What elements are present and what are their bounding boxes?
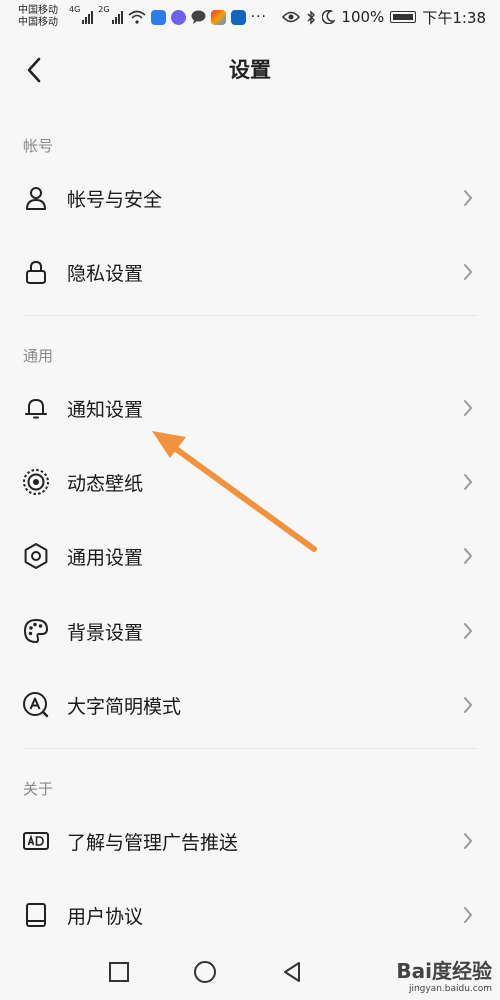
chevron-right-icon <box>462 398 474 418</box>
section-divider <box>23 748 477 749</box>
system-nav-bar: Bai度经验 jingyan.baidu.com <box>0 944 500 1000</box>
bluetooth-icon <box>307 9 316 25</box>
large-font-icon <box>22 691 50 719</box>
menu-item-label: 动态壁纸 <box>67 472 144 495</box>
palette-icon <box>22 617 50 645</box>
live-wallpaper-icon <box>22 468 50 496</box>
colorful-app-icon <box>210 9 226 25</box>
menu-item-label: 用户协议 <box>67 905 144 928</box>
menu-item-large-font-mode[interactable]: 大字简明模式 <box>0 668 500 742</box>
lock-icon <box>22 258 50 286</box>
clock: 下午1:38 <box>422 8 486 27</box>
menu-item-label: 帐号与安全 <box>67 188 163 211</box>
bell-icon <box>22 394 50 422</box>
back-nav-button[interactable] <box>276 956 308 988</box>
more-notifications-icon: ··· <box>250 9 267 25</box>
home-button[interactable] <box>189 956 221 988</box>
menu-item-label: 背景设置 <box>67 621 144 644</box>
menu-item-general-settings[interactable]: 通用设置 <box>0 519 500 593</box>
section-label-account: 帐号 <box>23 137 54 155</box>
triangle-back-icon <box>284 962 300 982</box>
battery-percent: 100% <box>341 8 385 26</box>
wifi-icon <box>128 10 146 24</box>
watermark-site: jingyan.baidu.com <box>408 984 492 994</box>
gear-icon <box>22 542 50 570</box>
status-bar: 中国移动 中国移动 4G 2G ··· 100% 下午1:38 <box>0 0 500 34</box>
music-app-icon <box>170 9 186 25</box>
menu-item-notification-settings[interactable]: 通知设置 <box>0 371 500 445</box>
menu-item-ad-management[interactable]: 了解与管理广告推送 <box>0 804 500 878</box>
page-title: 设置 <box>229 58 271 82</box>
chevron-right-icon <box>462 546 474 566</box>
recent-apps-button[interactable] <box>103 956 135 988</box>
video-app-icon <box>230 9 246 25</box>
carrier-1: 中国移动 <box>18 5 58 16</box>
signal-icon <box>111 10 123 24</box>
menu-item-label: 通用设置 <box>67 546 144 569</box>
menu-item-live-wallpaper[interactable]: 动态壁纸 <box>0 445 500 519</box>
menu-item-user-agreement[interactable]: 用户协议 <box>0 878 500 952</box>
section-divider <box>23 315 477 316</box>
menu-item-account-security[interactable]: 帐号与安全 <box>0 161 500 235</box>
battery-icon <box>390 11 417 23</box>
header: 设置 <box>0 34 500 106</box>
eye-icon <box>282 11 301 23</box>
chevron-right-icon <box>462 621 474 641</box>
ad-icon <box>22 827 50 855</box>
chevron-right-icon <box>462 905 474 925</box>
chat-bubble-icon <box>191 10 206 24</box>
menu-item-label: 通知设置 <box>67 398 144 421</box>
carrier-names: 中国移动 中国移动 <box>18 5 58 29</box>
carrier-2: 中国移动 <box>18 17 58 28</box>
chevron-right-icon <box>462 262 474 282</box>
chevron-right-icon <box>462 472 474 492</box>
circle-icon <box>194 961 216 983</box>
user-icon <box>22 184 50 212</box>
network-type-1: 4G <box>69 5 81 14</box>
network-type-2: 2G <box>98 5 110 14</box>
menu-item-privacy-settings[interactable]: 隐私设置 <box>0 235 500 309</box>
chevron-right-icon <box>462 831 474 851</box>
chevron-right-icon <box>462 695 474 715</box>
signal-icon <box>82 10 94 24</box>
menu-item-label: 隐私设置 <box>67 262 144 285</box>
menu-item-label: 大字简明模式 <box>67 695 182 718</box>
chevron-right-icon <box>462 188 474 208</box>
section-label-general: 通用 <box>23 347 54 365</box>
book-icon <box>22 901 50 929</box>
menu-item-label: 了解与管理广告推送 <box>67 831 239 854</box>
baidu-jingyan-watermark: Bai度经验 jingyan.baidu.com <box>396 955 492 994</box>
square-icon <box>109 962 129 982</box>
section-label-about: 关于 <box>23 780 54 798</box>
watermark-brand: Bai度经验 <box>396 959 492 983</box>
menu-item-background-settings[interactable]: 背景设置 <box>0 594 500 668</box>
shield-app-icon <box>150 9 166 25</box>
moon-icon <box>322 10 336 24</box>
